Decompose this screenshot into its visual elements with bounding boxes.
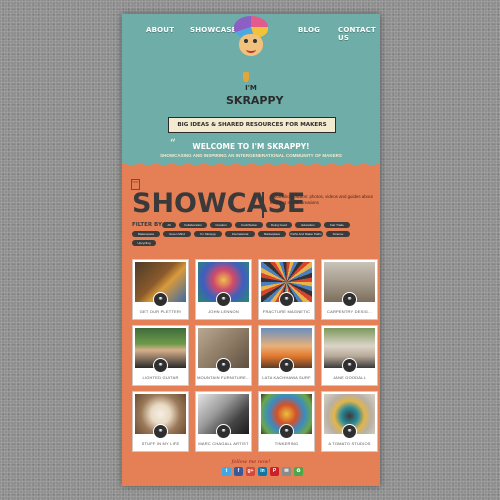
filter-makerspace[interactable]: Makerspace xyxy=(132,231,160,237)
showcase-card[interactable]: ⚭ TINKERING xyxy=(258,391,315,452)
link-icon[interactable]: ⚭ xyxy=(279,358,294,373)
filter-education[interactable]: Education xyxy=(295,222,321,228)
link-icon[interactable]: ⚭ xyxy=(216,358,231,373)
showcase-card[interactable]: ⚭ JOHN LENNON xyxy=(195,259,252,320)
card-label: GET OUR PLETTER! xyxy=(139,309,182,314)
showcase-card[interactable]: ⚭ A TOMATO STUDIOS xyxy=(321,391,378,452)
link-icon[interactable]: ⚭ xyxy=(153,292,168,307)
filter-upcycling[interactable]: Upcycling xyxy=(132,240,156,246)
card-label: LATA KACHHAWA SURF xyxy=(262,375,311,380)
filter-im-skrappy[interactable]: I'm Skrappy xyxy=(194,231,222,237)
header: ABOUT SHOWCASE BLOG CONTACT US I'M SKRAP… xyxy=(122,14,380,164)
filter-paths[interactable]: Paths And Maker Paths xyxy=(289,231,323,237)
link-icon[interactable]: ⚭ xyxy=(342,292,357,307)
flask-icon xyxy=(243,72,249,82)
card-label: CARPENTRY DESIG... xyxy=(326,309,373,314)
filter-science[interactable]: Science xyxy=(326,231,350,237)
eye-icon xyxy=(244,39,248,43)
card-label: A TOMATO STUDIOS xyxy=(328,441,371,446)
eye-icon xyxy=(253,39,257,43)
filter-doing-good[interactable]: Doing Good xyxy=(266,222,292,228)
filter-contribution[interactable]: Contribution xyxy=(235,222,263,228)
card-label: LIGHTED GUITAR xyxy=(142,375,179,380)
linkedin-icon[interactable]: in xyxy=(258,467,267,476)
link-icon[interactable]: ⚭ xyxy=(342,358,357,373)
logo-text[interactable]: SKRAPPY xyxy=(226,94,284,107)
showcase-card[interactable]: ⚭ MOUNTAIN FURNITURE... xyxy=(195,325,252,386)
showcase-card[interactable]: ⚭ FRACTURE MAGNETIC xyxy=(258,259,315,320)
page-description: A portfolio in action: photos, videos an… xyxy=(270,194,373,205)
link-icon[interactable]: ⚭ xyxy=(342,424,357,439)
link-icon[interactable]: ⚭ xyxy=(216,292,231,307)
card-label: FRACTURE MAGNETIC xyxy=(262,309,311,314)
filter-green-mind[interactable]: Green Mind xyxy=(163,231,191,237)
showcase-card[interactable]: ⚭ GET OUR PLETTER! xyxy=(132,259,189,320)
link-icon[interactable]: ⚭ xyxy=(153,424,168,439)
showcase-card[interactable]: ⚭ CARPENTRY DESIG... xyxy=(321,259,378,320)
filter-fair-trade[interactable]: Fair Trade xyxy=(324,222,350,228)
share-icon[interactable]: ♻ xyxy=(294,467,303,476)
mascot-face-icon xyxy=(239,34,263,56)
showcase-card[interactable]: ⚭ STUFF IN MY LIFE xyxy=(132,391,189,452)
title-divider xyxy=(262,192,264,218)
nav-blog[interactable]: BLOG xyxy=(298,26,320,34)
filter-international[interactable]: International xyxy=(225,231,255,237)
link-icon[interactable]: ⚭ xyxy=(153,358,168,373)
logo-small-text: I'M xyxy=(245,84,257,92)
card-label: MOUNTAIN FURNITURE... xyxy=(197,375,250,380)
google-plus-icon[interactable]: g+ xyxy=(246,467,255,476)
link-icon[interactable]: ⚭ xyxy=(216,424,231,439)
filter-marketplace[interactable]: Marketplace xyxy=(258,231,286,237)
tagline-banner: BIG IDEAS & SHARED RESOURCES FOR MAKERS xyxy=(168,117,336,133)
link-icon[interactable]: ⚭ xyxy=(279,292,294,307)
card-label: JANE GOODALL xyxy=(332,375,367,380)
zigzag-divider xyxy=(122,160,380,166)
showcase-card[interactable]: ⚭ LATA KACHHAWA SURF xyxy=(258,325,315,386)
filter-label: FILTER BY xyxy=(132,222,162,228)
showcase-section: PDF SHOWCASE A portfolio in action: phot… xyxy=(122,164,380,486)
email-icon[interactable]: ✉ xyxy=(282,467,291,476)
card-label: STUFF IN MY LIFE xyxy=(141,441,180,446)
showcase-card[interactable]: ⚭ MARC CHAGALL ARTIST xyxy=(195,391,252,452)
showcase-card[interactable]: ⚭ LIGHTED GUITAR xyxy=(132,325,189,386)
nav-contact[interactable]: CONTACT US xyxy=(338,26,380,42)
nav-about[interactable]: ABOUT xyxy=(146,26,174,34)
social-links: t f g+ in P ✉ ♻ xyxy=(222,467,312,477)
mouth-icon xyxy=(246,46,256,53)
nav-showcase[interactable]: SHOWCASE xyxy=(190,26,237,34)
pinterest-icon[interactable]: P xyxy=(270,467,279,476)
card-label: MARC CHAGALL ARTIST xyxy=(198,441,249,446)
filter-creation[interactable]: Creation xyxy=(210,222,232,228)
filter-all[interactable]: All xyxy=(162,222,176,228)
follow-text: follow me now! xyxy=(231,459,271,465)
twitter-icon[interactable]: t xyxy=(222,467,231,476)
welcome-title: WELCOME TO I'M SKRAPPY! xyxy=(192,142,310,151)
welcome-tagline: SHOWCASING AND INSPIRING AN INTERGENERAT… xyxy=(160,153,342,158)
filter-collaboration[interactable]: Collaboration xyxy=(179,222,207,228)
link-icon[interactable]: ⚭ xyxy=(279,424,294,439)
card-label: TINKERING xyxy=(274,441,299,446)
card-label: JOHN LENNON xyxy=(208,309,239,314)
facebook-icon[interactable]: f xyxy=(234,467,243,476)
page: ABOUT SHOWCASE BLOG CONTACT US I'M SKRAP… xyxy=(122,14,380,486)
showcase-card[interactable]: ⚭ JANE GOODALL xyxy=(321,325,378,386)
